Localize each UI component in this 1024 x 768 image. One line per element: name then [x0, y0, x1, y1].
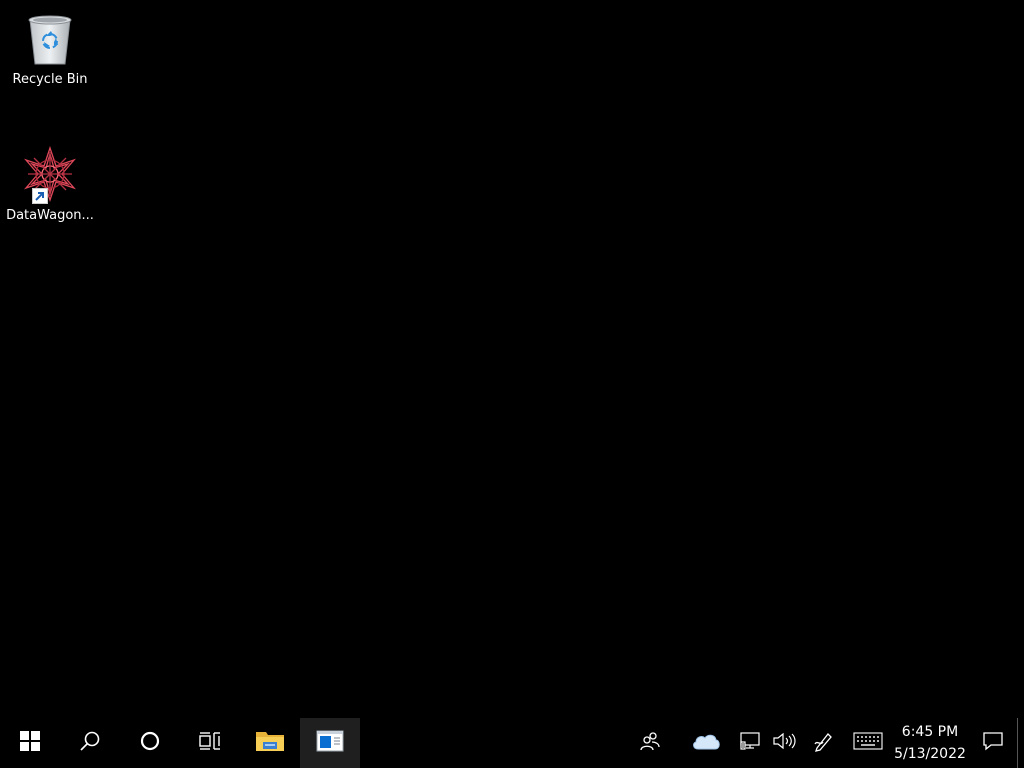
- onedrive-cloud-icon: [691, 731, 721, 755]
- desktop-icon-datawagon[interactable]: DataWagon...: [2, 140, 98, 240]
- cortana-circle-icon: [140, 731, 160, 755]
- search-icon: [79, 730, 101, 756]
- desktop[interactable]: Recycle Bin DataWagon...: [0, 0, 1024, 718]
- taskbar-app-window[interactable]: [300, 718, 360, 768]
- show-desktop-button[interactable]: [1017, 718, 1024, 768]
- touch-keyboard-button[interactable]: [845, 718, 891, 768]
- people-button[interactable]: [621, 718, 683, 768]
- search-button[interactable]: [60, 718, 120, 768]
- network-button[interactable]: [735, 718, 767, 768]
- task-view-button[interactable]: [180, 718, 240, 768]
- recycle-bin-icon: [22, 10, 78, 66]
- action-center-button[interactable]: [969, 718, 1017, 768]
- task-view-icon: [199, 731, 221, 755]
- datawagon-app-icon: [22, 146, 78, 204]
- network-icon: [740, 732, 762, 754]
- pen-workspace-icon: [813, 730, 835, 756]
- action-center-icon: [982, 731, 1004, 755]
- clock-date: 5/13/2022: [894, 746, 966, 762]
- onedrive-button[interactable]: [683, 718, 735, 768]
- file-explorer-icon: [255, 729, 285, 757]
- taskbar-clock[interactable]: 6:45 PM 5/13/2022: [891, 718, 969, 768]
- desktop-icon-label: DataWagon...: [6, 208, 94, 223]
- volume-icon: [772, 732, 796, 754]
- people-icon: [639, 731, 661, 755]
- pen-workspace-button[interactable]: [801, 718, 845, 768]
- clock-time: 6:45 PM: [901, 724, 959, 740]
- desktop-icon-label: Recycle Bin: [12, 72, 88, 87]
- app-window-icon: [316, 730, 344, 756]
- shortcut-arrow-icon: [32, 188, 48, 204]
- start-button[interactable]: [0, 718, 60, 768]
- cortana-button[interactable]: [120, 718, 180, 768]
- taskbar-app-file-explorer[interactable]: [240, 718, 300, 768]
- desktop-icon-recycle-bin[interactable]: Recycle Bin: [2, 4, 98, 104]
- touch-keyboard-icon: [853, 732, 883, 754]
- volume-button[interactable]: [767, 718, 801, 768]
- windows-logo-icon: [20, 731, 40, 755]
- taskbar: 6:45 PM 5/13/2022: [0, 718, 1024, 768]
